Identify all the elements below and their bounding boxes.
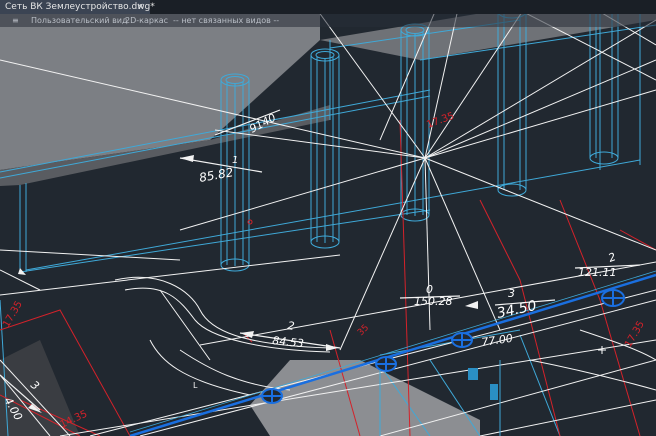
document-tab-active[interactable]: Сеть ВК Землеустройство.dwg* × — [0, 0, 155, 14]
label-12111: 121.11 — [578, 266, 617, 279]
pipe-fitting-1 — [261, 388, 283, 404]
cad-application: 9140 1 85.82 0 150.28 2 121.11 3 34.50 7… — [0, 0, 656, 436]
ucs-glyph: L — [193, 381, 198, 390]
viewport-menu-icon[interactable]: ≡ — [12, 14, 19, 27]
pipe-fitting-3 — [451, 332, 473, 348]
document-tab-bar: Сеть ВК Землеустройство.dwg* × — [0, 0, 656, 14]
viewport-controls-bar: ≡ Пользовательский вид 2D-каркас -- нет … — [0, 14, 656, 27]
label-1-top: 1 — [232, 155, 238, 166]
label-3: 3 — [508, 287, 515, 300]
pipe-fitting-4 — [601, 289, 625, 307]
document-tab-title: Сеть ВК Землеустройство.dwg* — [5, 2, 155, 12]
close-icon[interactable]: × — [136, 0, 144, 14]
visual-style-control[interactable]: 2D-каркас — [125, 14, 168, 27]
pipe-fitting-2 — [375, 356, 397, 372]
linked-views-control[interactable]: -- нет связанных видов -- — [173, 14, 279, 27]
label-15028: 150.28 — [414, 295, 453, 308]
model-viewport[interactable]: 9140 1 85.82 0 150.28 2 121.11 3 34.50 7… — [0, 0, 656, 436]
view-control[interactable]: Пользовательский вид — [31, 14, 128, 27]
